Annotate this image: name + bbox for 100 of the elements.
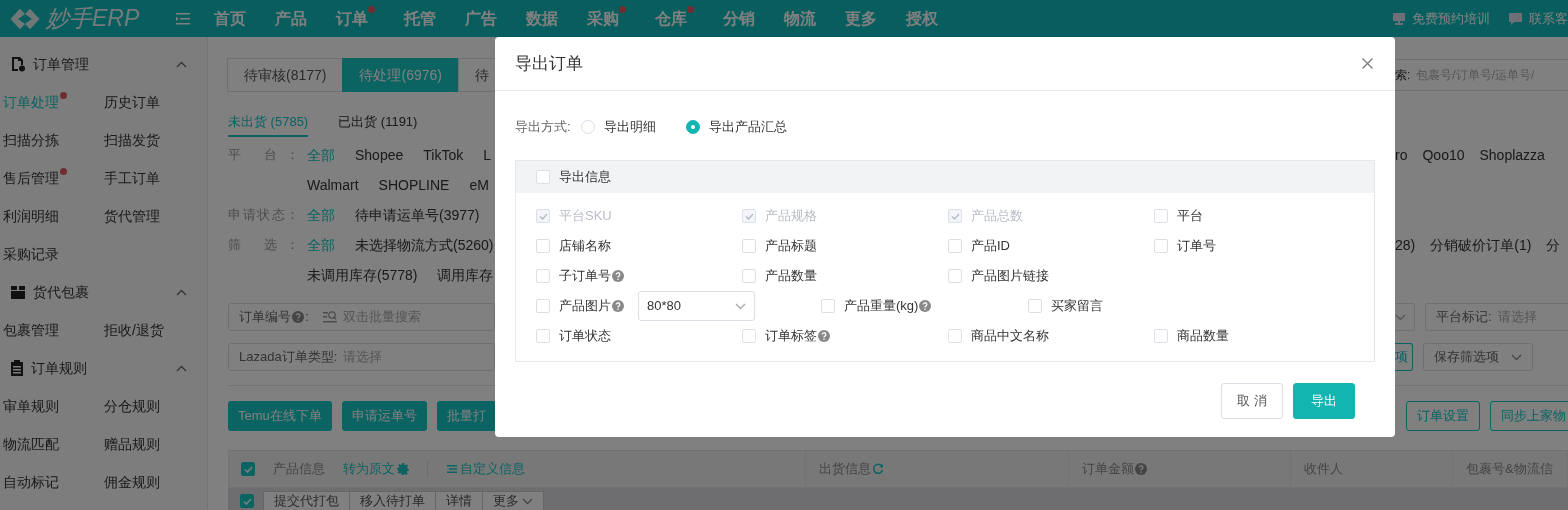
section-title[interactable]: 订单管理 [33,53,89,75]
checkbox[interactable] [1028,299,1042,313]
chat-bubble-icon [1508,11,1523,26]
sidebar-item[interactable]: 物流匹配 [3,433,59,455]
filter-option[interactable]: L [483,144,491,166]
filter-option[interactable]: 调用库存 [437,264,494,286]
shipment-tab[interactable]: 已出货 (1191) [338,112,418,135]
checkbox-label[interactable]: 订单号 [1177,236,1216,256]
checkbox-label[interactable]: 产品ID [971,236,1010,256]
checkbox[interactable] [536,170,550,184]
checkbox-label[interactable]: 订单标签 [765,326,817,346]
filter-option[interactable]: Shoplazza [1479,144,1545,166]
checkbox[interactable] [536,329,550,343]
checkbox[interactable] [240,494,254,508]
checkbox[interactable] [821,299,835,313]
cancel-button[interactable]: 取 消 [1221,383,1283,419]
batch-action-button[interactable]: 提交代打包 [263,491,350,510]
checkbox-label[interactable]: 导出信息 [559,167,611,187]
checkbox[interactable] [742,269,756,283]
batch-action-button[interactable]: 更多 [482,491,544,510]
checkbox-label[interactable]: 商品数量 [1177,326,1229,346]
checkbox[interactable] [742,329,756,343]
filter-option[interactable]: SHOPLINE [378,174,450,196]
filter-option[interactable]: Qoo10 [1422,144,1465,166]
sidebar-item[interactable]: 拒收/退货 [104,319,164,341]
checkbox-label[interactable]: 产品图片 [559,296,611,316]
radio-button[interactable] [685,120,700,134]
dropdown-field[interactable] [1395,303,1415,331]
checkbox-label[interactable]: 店铺名称 [559,236,611,256]
check-icon [242,497,252,505]
sidebar-item[interactable]: 包裹管理 [3,319,59,341]
checkbox-label[interactable]: 产品数量 [765,266,817,286]
list-icon[interactable] [446,463,458,475]
filter-option[interactable]: Shopee [355,144,404,166]
export-button[interactable]: 导出 [1293,383,1355,419]
refresh-icon[interactable] [872,463,884,475]
select-value: 80*80 [647,297,681,316]
checkbox-label[interactable]: 商品中文名称 [971,326,1049,346]
checkbox-label[interactable]: 产品标题 [765,236,817,256]
filter-option[interactable]: TikTok [423,144,464,166]
sidebar-item[interactable]: 手工订单 [104,167,160,189]
filter-option[interactable]: Walmart [307,174,359,196]
chevron-up-icon[interactable] [176,288,187,296]
filter-option[interactable]: 28) [1395,234,1416,256]
batch-action-button[interactable]: 移入待打单 [349,491,436,510]
chevron-up-icon[interactable] [176,364,187,372]
filter-button[interactable]: 保存筛选项 [1423,343,1533,371]
sidebar-item[interactable]: 分仓规则 [104,395,160,417]
filter-option[interactable]: 未选择物流方式(5260) [355,234,494,256]
filter-option[interactable]: 分销破价订单(1) [1430,234,1532,256]
filter-option[interactable]: ro [1395,144,1408,166]
checkbox-label[interactable]: 买家留言 [1051,296,1103,316]
checkbox[interactable] [948,239,962,253]
checkbox[interactable] [742,239,756,253]
section-title[interactable]: 订单规则 [31,357,87,379]
sidebar-item[interactable]: 货代管理 [104,205,160,227]
batch-action-button[interactable]: 详情 [435,491,483,510]
document-gear-icon [10,56,26,72]
checkbox-label[interactable]: 订单状态 [559,326,611,346]
presentation-board-icon [1392,11,1406,26]
chevron-up-icon[interactable] [176,60,187,68]
checkbox-label[interactable]: 子订单号 [559,266,611,286]
checkbox[interactable] [536,239,550,253]
status-tab[interactable]: 待审核(8177) [227,58,344,92]
checkbox[interactable] [1154,209,1168,223]
sidebar-item[interactable]: 自动标记 [3,471,59,493]
check-icon [950,212,960,220]
filter-option[interactable]: 分 [1546,234,1561,256]
gear-icon[interactable] [397,463,409,475]
radio-label[interactable]: 导出产品汇总 [708,117,787,137]
sidebar-item[interactable]: 赠品规则 [104,433,160,455]
checkbox-label[interactable]: 产品重量(kg) [844,296,919,316]
checkbox[interactable] [948,329,962,343]
checkbox[interactable] [948,269,962,283]
status-tab[interactable]: 待 [457,58,495,92]
sidebar-item[interactable]: 利润明细 [3,205,59,227]
sidebar-item[interactable]: 历史订单 [104,91,160,113]
checkbox[interactable] [536,299,550,313]
sidebar-item[interactable]: 佣金规则 [104,471,160,493]
radio-label[interactable]: 导出明细 [603,117,656,137]
size-select[interactable]: 80*80 [638,291,755,321]
filter-option[interactable]: 待申请运单号(3977) [355,204,480,226]
sidebar-item[interactable]: 采购记录 [3,243,59,265]
filter-option[interactable]: eM [469,174,489,196]
sidebar-item[interactable]: 扫描发货 [104,129,160,151]
field-label: 导出方式: [515,118,571,137]
checkbox[interactable] [536,269,550,283]
checkbox-label[interactable]: 产品图片链接 [971,266,1049,286]
menu-icon[interactable] [176,12,190,25]
checkbox[interactable] [1154,329,1168,343]
close-button[interactable] [1360,56,1375,71]
checkbox[interactable] [1154,239,1168,253]
filter-option[interactable]: 未调用库存(5778) [307,264,418,286]
checkbox-label[interactable]: 平台 [1177,206,1203,226]
clipboard-icon [10,360,24,376]
sidebar-item[interactable]: 审单规则 [3,395,59,417]
section-title[interactable]: 货代包裹 [33,281,89,303]
sidebar-item[interactable]: 扫描分拣 [3,129,59,151]
sidebar-item[interactable]: 售后管理 [3,167,59,189]
checkbox[interactable] [241,462,255,476]
